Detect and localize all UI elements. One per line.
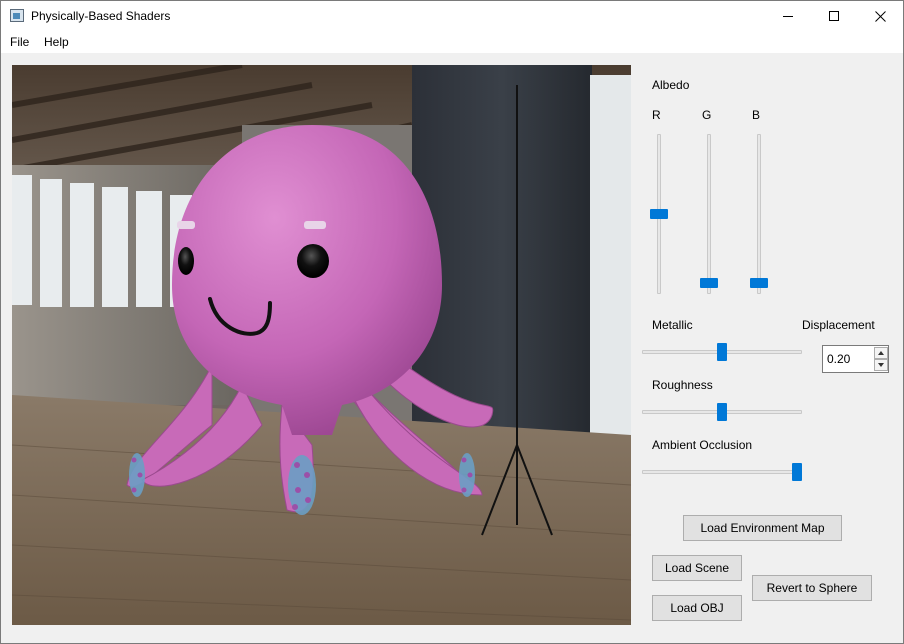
app-window: Physically-Based Shaders File Help Albed… [0, 0, 904, 644]
displacement-label: Displacement [802, 318, 875, 332]
albedo-b-slider-handle[interactable] [750, 278, 768, 288]
load-scene-button[interactable]: Load Scene [652, 555, 742, 581]
metallic-label: Metallic [652, 318, 693, 332]
albedo-g-slider-track[interactable] [707, 134, 711, 294]
albedo-b-slider-track[interactable] [757, 134, 761, 294]
revert-to-sphere-button[interactable]: Revert to Sphere [752, 575, 872, 601]
albedo-b-label: B [752, 108, 761, 122]
close-button[interactable] [857, 1, 903, 31]
minimize-button[interactable] [765, 1, 811, 31]
window-title: Physically-Based Shaders [31, 9, 171, 23]
minimize-icon [783, 15, 793, 17]
displacement-spinbox[interactable]: 0.20 [822, 345, 889, 373]
close-icon [874, 10, 886, 22]
menu-help[interactable]: Help [44, 35, 69, 49]
roughness-label: Roughness [652, 378, 713, 392]
title-bar[interactable]: Physically-Based Shaders [1, 1, 903, 31]
displacement-value[interactable]: 0.20 [827, 352, 850, 366]
ambient-occlusion-slider-handle[interactable] [792, 463, 802, 481]
menu-file[interactable]: File [10, 35, 29, 49]
menu-bar: File Help [1, 31, 903, 53]
displacement-decrement-button[interactable] [874, 359, 888, 371]
arrow-down-icon [878, 363, 884, 367]
ambient-occlusion-label: Ambient Occlusion [652, 438, 753, 452]
ambient-occlusion-slider-track[interactable] [642, 470, 802, 474]
albedo-g-slider-handle[interactable] [700, 278, 718, 288]
maximize-button[interactable] [811, 1, 857, 31]
displacement-increment-button[interactable] [874, 347, 888, 359]
albedo-label: Albedo [652, 78, 690, 92]
load-environment-map-button[interactable]: Load Environment Map [683, 515, 842, 541]
albedo-r-label: R [652, 108, 661, 122]
arrow-up-icon [878, 351, 884, 355]
render-viewport[interactable] [12, 65, 631, 625]
roughness-slider-handle[interactable] [717, 403, 727, 421]
viewport-scene [12, 65, 631, 625]
load-obj-button[interactable]: Load OBJ [652, 595, 742, 621]
maximize-icon [829, 11, 839, 21]
metallic-slider-handle[interactable] [717, 343, 727, 361]
albedo-g-label: G [702, 108, 712, 122]
albedo-r-slider-handle[interactable] [650, 209, 668, 219]
app-window-icon [10, 9, 24, 22]
